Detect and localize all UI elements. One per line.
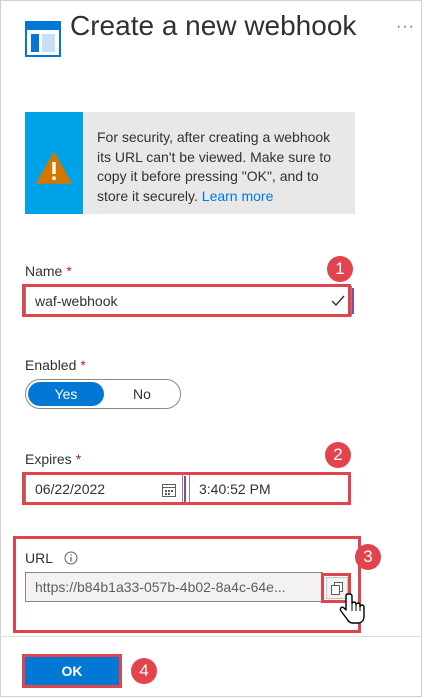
enabled-option-yes[interactable]: Yes bbox=[28, 382, 104, 406]
security-warning-banner: For security, after creating a webhook i… bbox=[25, 112, 355, 214]
warning-icon bbox=[36, 152, 72, 184]
annotation-box-ok bbox=[22, 654, 122, 688]
page-title: Create a new webhook bbox=[70, 10, 357, 41]
footer-divider bbox=[0, 636, 422, 637]
expires-label: Expires * bbox=[25, 451, 81, 467]
name-label-text: Name bbox=[25, 263, 63, 279]
webhook-blade-icon bbox=[25, 21, 61, 57]
learn-more-link[interactable]: Learn more bbox=[202, 188, 274, 204]
annotation-badge-3: 3 bbox=[355, 544, 381, 570]
annotation-box-url bbox=[13, 536, 361, 633]
more-options-button[interactable]: ··· bbox=[396, 18, 415, 36]
annotation-badge-4: 4 bbox=[131, 658, 157, 684]
warning-strip bbox=[25, 112, 83, 214]
name-required-mark: * bbox=[66, 263, 72, 279]
expires-label-text: Expires bbox=[25, 451, 72, 467]
name-label: Name * bbox=[25, 263, 72, 279]
name-input-edge bbox=[352, 288, 354, 314]
annotation-box-name bbox=[22, 284, 351, 317]
warning-message: For security, after creating a webhook i… bbox=[97, 128, 347, 206]
annotation-box-expires bbox=[22, 472, 351, 505]
enabled-option-no[interactable]: No bbox=[106, 382, 178, 406]
annotation-badge-1: 1 bbox=[327, 256, 353, 282]
enabled-required-mark: * bbox=[80, 357, 86, 373]
annotation-badge-2: 2 bbox=[325, 442, 351, 468]
pointer-cursor-icon bbox=[339, 593, 365, 624]
enabled-label: Enabled * bbox=[25, 357, 86, 373]
enabled-toggle[interactable]: Yes No bbox=[25, 379, 181, 409]
enabled-label-text: Enabled bbox=[25, 357, 77, 373]
expires-required-mark: * bbox=[75, 451, 82, 467]
